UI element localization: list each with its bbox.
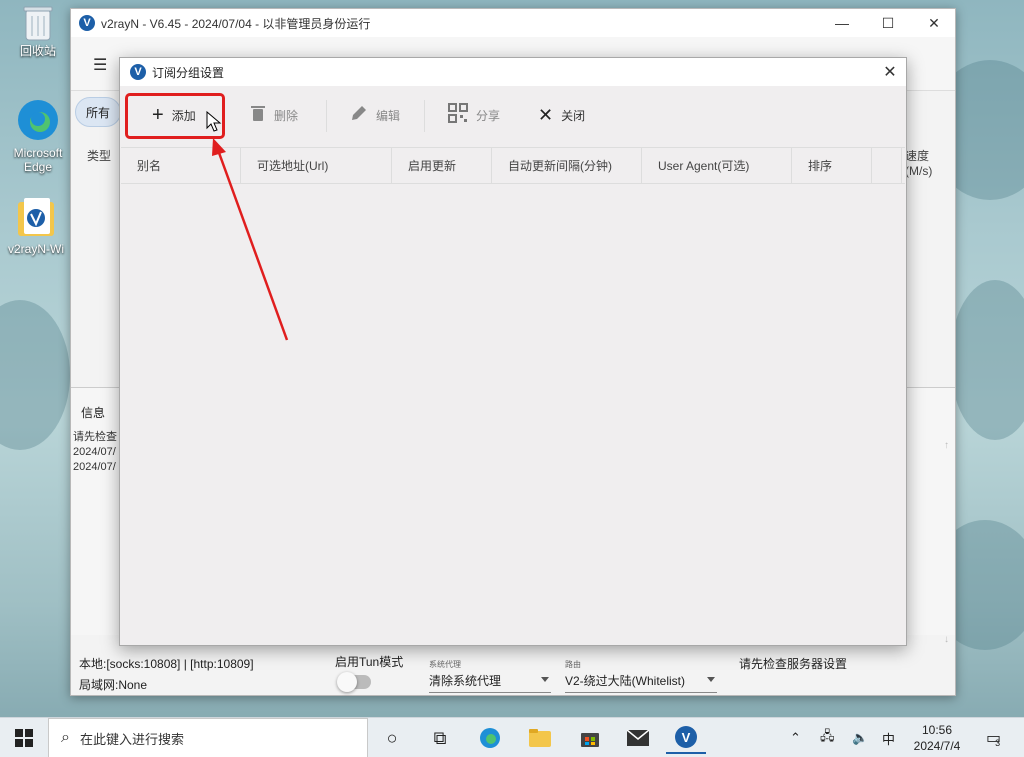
filter-all-tab[interactable]: 所有	[75, 97, 121, 127]
dialog-toolbar: + 添加 删除 编辑 分享 ✕ 关闭	[120, 86, 906, 144]
column-header-alias[interactable]: 别名	[121, 148, 241, 183]
info-log-line: 2024/07/	[73, 446, 116, 458]
column-header-url[interactable]: 可选地址(Url)	[241, 148, 392, 183]
subscription-settings-dialog: V 订阅分组设置 ✕ + 添加 删除 编辑 分享 ✕ 关闭 别名 可选地址(Ur…	[119, 57, 907, 646]
main-titlebar[interactable]: V v2rayN - V6.45 - 2024/07/04 - 以非管理员身份运…	[71, 9, 955, 37]
local-port-info: 本地:[socks:10808] | [http:10809]	[79, 657, 254, 671]
desktop-icon-edge[interactable]: Microsoft Edge	[6, 96, 70, 174]
toolbar-separator	[424, 100, 425, 132]
search-icon: ⌕	[61, 729, 70, 746]
background-foliage	[950, 280, 1024, 440]
system-proxy-value: 清除系统代理	[429, 674, 502, 688]
clock-date: 2024/7/4	[913, 739, 961, 753]
menu-icon[interactable]: ☰	[93, 55, 107, 75]
volume-icon[interactable]: 🔈	[852, 718, 868, 757]
close-button[interactable]: ✕	[911, 9, 957, 37]
desktop-icon-v2rayn[interactable]: v2rayN-Wi	[4, 196, 68, 256]
background-foliage	[0, 300, 70, 450]
taskbar-search[interactable]: ⌕ 在此键入进行搜索	[48, 718, 368, 757]
column-header-type[interactable]: 类型	[87, 147, 111, 164]
desktop-icon-label: Microsoft Edge	[13, 146, 63, 174]
lan-info: 局域网:None	[79, 678, 148, 692]
status-bar: 本地:[socks:10808] | [http:10809] 局域网:None…	[71, 649, 955, 695]
toggle-knob	[337, 672, 357, 692]
edit-button-label: 编辑	[376, 108, 401, 123]
pencil-icon	[350, 104, 368, 127]
close-button-label: 关闭	[561, 108, 586, 123]
desktop-icon-label: 回收站	[19, 44, 56, 58]
info-label: 信息	[81, 406, 106, 420]
store-icon[interactable]	[570, 722, 610, 754]
cortana-icon[interactable]: ○	[372, 722, 412, 754]
close-dialog-button[interactable]: ✕ 关闭	[538, 92, 585, 138]
edge-icon	[16, 96, 60, 144]
column-header-speed[interactable]: 速度(M/s)	[905, 147, 955, 178]
delete-button[interactable]: 删除	[250, 92, 298, 138]
chevron-down-icon	[707, 677, 715, 682]
ime-indicator[interactable]: 中	[882, 718, 895, 757]
notification-center-icon[interactable]: ▭ 3	[986, 718, 1001, 757]
scroll-down-icon[interactable]: ↓	[944, 634, 949, 645]
desktop-icon-label: v2rayN-Wi	[8, 242, 64, 256]
info-log-line: 请先检查	[73, 431, 117, 443]
column-header-update-interval[interactable]: 自动更新间隔(分钟)	[492, 148, 642, 183]
tun-mode-label: 启用Tun模式	[335, 655, 404, 669]
scroll-up-icon[interactable]: ↑	[944, 440, 949, 451]
task-view-icon[interactable]: ⧉	[420, 722, 460, 754]
windows-logo-icon	[15, 729, 33, 747]
system-proxy-select[interactable]: 系统代理 清除系统代理	[429, 660, 551, 693]
qr-code-icon	[448, 102, 468, 128]
edge-taskbar-icon[interactable]	[470, 722, 510, 754]
chevron-down-icon	[541, 677, 549, 682]
network-icon[interactable]: 🖧	[820, 718, 835, 757]
info-log-line: 2024/07/	[73, 461, 116, 473]
info-log: 请先检查 2024/07/ 2024/07/	[73, 430, 117, 475]
routing-value: V2-绕过大陆(Whitelist)	[565, 674, 686, 688]
dialog-titlebar[interactable]: V 订阅分组设置 ✕	[120, 58, 906, 86]
server-check-hint: 请先检查服务器设置	[739, 657, 848, 671]
column-header-sort[interactable]: 排序	[792, 148, 872, 183]
tun-mode-toggle[interactable]	[337, 672, 371, 692]
search-placeholder: 在此键入进行搜索	[79, 731, 184, 747]
recycle-bin-icon	[22, 4, 54, 42]
system-proxy-caption: 系统代理	[429, 660, 461, 669]
v2rayn-app-icon: V	[675, 726, 697, 748]
taskbar: ⌕ 在此键入进行搜索 ○ ⧉ V ⌃ 🖧 🔈 中 10:56 2024/7/4 …	[0, 717, 1024, 757]
delete-button-label: 删除	[274, 108, 299, 123]
maximize-button[interactable]: ☐	[865, 9, 911, 37]
desktop-icon-recycle-bin[interactable]: 回收站	[6, 4, 70, 58]
dialog-title: 订阅分组设置	[152, 65, 225, 80]
file-explorer-icon[interactable]	[520, 722, 560, 754]
subscription-grid-body[interactable]	[121, 185, 905, 643]
routing-select[interactable]: 路由 V2-绕过大陆(Whitelist)	[565, 660, 717, 693]
mouse-cursor-icon	[206, 111, 222, 132]
edit-button[interactable]: 编辑	[350, 92, 400, 138]
column-header-enable-update[interactable]: 启用更新	[392, 148, 492, 183]
clock-time: 10:56	[921, 723, 953, 737]
system-clock[interactable]: 10:56 2024/7/4	[902, 722, 972, 754]
share-button[interactable]: 分享	[448, 92, 500, 138]
toolbar-separator	[326, 100, 327, 132]
dialog-close-button[interactable]: ✕	[880, 62, 900, 82]
notification-count-badge: 3	[995, 738, 1001, 748]
v2rayn-folder-icon	[16, 196, 56, 240]
tray-overflow-icon[interactable]: ⌃	[790, 718, 801, 757]
column-header-filler	[872, 148, 902, 183]
v2rayn-app-icon: V	[79, 15, 95, 31]
share-button-label: 分享	[476, 108, 501, 123]
column-header-user-agent[interactable]: User Agent(可选)	[642, 148, 792, 183]
v2rayn-app-icon: V	[130, 64, 146, 80]
v2rayn-taskbar-icon[interactable]: V	[666, 722, 706, 754]
mail-icon[interactable]	[618, 722, 658, 754]
minimize-button[interactable]: —	[819, 9, 865, 37]
close-icon: ✕	[538, 104, 554, 125]
start-button[interactable]	[0, 718, 48, 757]
trash-icon	[250, 104, 266, 127]
subscription-grid-header: 别名 可选地址(Url) 启用更新 自动更新间隔(分钟) User Agent(…	[121, 147, 905, 184]
routing-caption: 路由	[565, 660, 581, 669]
main-window-title: v2rayN - V6.45 - 2024/07/04 - 以非管理员身份运行	[101, 16, 371, 31]
